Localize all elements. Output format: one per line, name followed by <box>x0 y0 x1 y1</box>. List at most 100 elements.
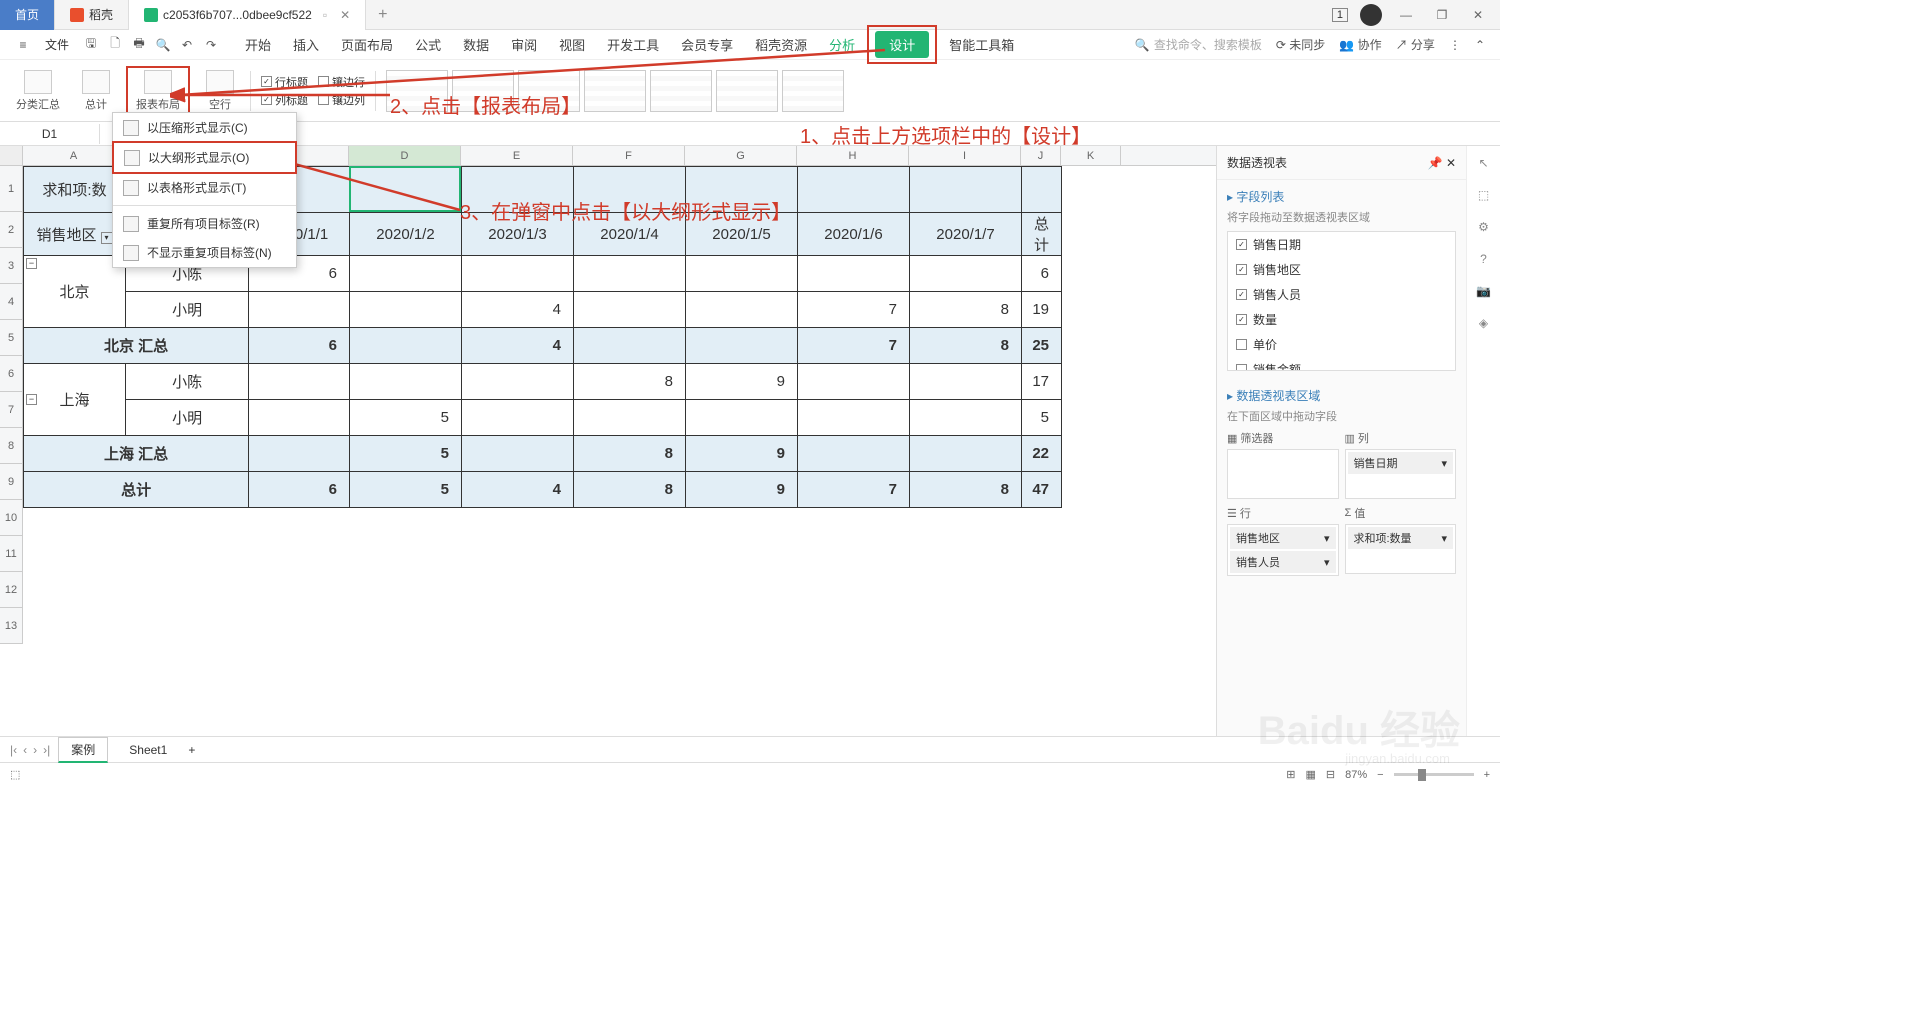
column-area[interactable]: 销售日期▾ <box>1345 449 1457 499</box>
pin-icon[interactable]: 📌 <box>1428 156 1443 170</box>
status-mode-icon[interactable]: ⬚ <box>10 768 20 781</box>
tab-design[interactable]: 设计 <box>875 31 929 58</box>
field-销售地区[interactable]: ✓销售地区 <box>1228 257 1455 282</box>
tab-insert[interactable]: 插入 <box>291 31 321 58</box>
collab-button[interactable]: 👥 协作 <box>1339 36 1381 53</box>
field-list[interactable]: ✓销售日期✓销售地区✓销售人员✓数量单价销售金额 <box>1227 231 1456 371</box>
select-all-corner[interactable] <box>0 146 23 165</box>
field-销售金额[interactable]: 销售金额 <box>1228 357 1455 371</box>
cell-sum-label[interactable]: 求和项:数 <box>24 167 126 213</box>
save-as-icon[interactable]: 🗋 <box>107 37 123 53</box>
help-icon[interactable]: ? <box>1480 252 1487 266</box>
style-2[interactable] <box>452 70 514 112</box>
undo-icon[interactable]: ↶ <box>179 37 195 53</box>
pivot-row[interactable]: 小明47819 <box>24 292 1062 328</box>
close-window-icon[interactable]: ✕ <box>1466 3 1490 27</box>
sheet-tab-1[interactable]: Sheet1 <box>116 739 180 761</box>
row-11[interactable]: 11 <box>0 536 23 572</box>
camera-icon[interactable]: 📷 <box>1476 284 1491 298</box>
check-col-header[interactable]: ✓列标题 <box>261 92 308 108</box>
col-K[interactable]: K <box>1061 146 1121 165</box>
close-icon[interactable]: ✕ <box>340 8 350 22</box>
view-icon-3[interactable]: ⊟ <box>1326 768 1335 781</box>
style-4[interactable] <box>584 70 646 112</box>
row-3[interactable]: 3 <box>0 248 23 284</box>
row-area[interactable]: 销售地区▾销售人员▾ <box>1227 524 1339 576</box>
style-3[interactable] <box>518 70 580 112</box>
dd-outline[interactable]: 以大纲形式显示(O) <box>112 141 297 174</box>
row-2[interactable]: 2 <box>0 212 23 248</box>
dd-norepeat[interactable]: 不显示重复项目标签(N) <box>113 238 296 267</box>
row-5[interactable]: 5 <box>0 320 23 356</box>
tab-smart[interactable]: 智能工具箱 <box>947 31 1016 58</box>
sheet-prev[interactable]: ‹ <box>23 743 27 757</box>
menu-icon[interactable]: ≡ <box>15 37 31 53</box>
grandtotal-button[interactable]: 总计 <box>76 70 116 112</box>
sheet-last[interactable]: ›| <box>43 743 50 757</box>
pivot-row[interactable]: 北京 汇总647825 <box>24 328 1062 364</box>
collapse-beijing[interactable]: − <box>26 258 37 269</box>
check-band-row[interactable]: 镶边行 <box>318 74 365 90</box>
file-menu[interactable]: 文件 <box>39 34 75 55</box>
minimize-icon[interactable]: — <box>1394 3 1418 27</box>
zoom-level[interactable]: 87% <box>1345 769 1367 781</box>
tab-file[interactable]: c2053f6b707...0dbee9cf522▫✕ <box>129 0 366 30</box>
row-4[interactable]: 4 <box>0 284 23 320</box>
cell-total-col[interactable]: 总计 <box>1022 213 1062 256</box>
col-G[interactable]: G <box>685 146 797 165</box>
dd-tabular[interactable]: 以表格形式显示(T) <box>113 173 296 202</box>
row-7[interactable]: 7 <box>0 392 23 428</box>
field-销售人员[interactable]: ✓销售人员 <box>1228 282 1455 307</box>
region-filter-dropdown[interactable]: ▾ <box>101 232 113 244</box>
sheet-tab-active[interactable]: 案例 <box>58 737 108 763</box>
pivot-row[interactable]: 上海小陈8917 <box>24 364 1062 400</box>
style-6[interactable] <box>716 70 778 112</box>
row-chip-region[interactable]: 销售地区▾ <box>1230 527 1336 549</box>
check-row-header[interactable]: ✓行标题 <box>261 74 308 90</box>
tab-menu-icon[interactable]: ▫ <box>323 8 327 22</box>
more-side-icon[interactable]: ◈ <box>1479 316 1488 330</box>
view-icon-1[interactable]: ⊞ <box>1286 768 1295 781</box>
save-icon[interactable]: 🖫 <box>83 37 99 53</box>
cell-region-label[interactable]: 销售地区▾ <box>24 213 126 256</box>
col-D[interactable]: D <box>349 146 461 165</box>
zoom-slider[interactable] <box>1394 773 1474 776</box>
tab-analyze[interactable]: 分析 <box>827 31 857 58</box>
tab-review[interactable]: 审阅 <box>509 31 539 58</box>
check-band-col[interactable]: 镶边列 <box>318 92 365 108</box>
settings-icon[interactable]: ⚙ <box>1478 220 1489 234</box>
field-数量[interactable]: ✓数量 <box>1228 307 1455 332</box>
maximize-icon[interactable]: ❐ <box>1430 3 1454 27</box>
avatar[interactable] <box>1360 4 1382 26</box>
preview-icon[interactable]: 🔍 <box>155 37 171 53</box>
style-1[interactable] <box>386 70 448 112</box>
row-chip-person[interactable]: 销售人员▾ <box>1230 551 1336 573</box>
col-A[interactable]: A <box>23 146 125 165</box>
row-13[interactable]: 13 <box>0 608 23 644</box>
tab-add-button[interactable]: + <box>366 6 399 24</box>
window-index[interactable]: 1 <box>1332 8 1348 22</box>
tab-pagelayout[interactable]: 页面布局 <box>339 31 395 58</box>
col-E[interactable]: E <box>461 146 573 165</box>
row-10[interactable]: 10 <box>0 500 23 536</box>
row-12[interactable]: 12 <box>0 572 23 608</box>
val-chip-qty[interactable]: 求和项:数量▾ <box>1348 527 1454 549</box>
view-icon-2[interactable]: ▦ <box>1305 768 1315 781</box>
row-8[interactable]: 8 <box>0 428 23 464</box>
row-1[interactable]: 1 <box>0 166 23 212</box>
tab-daoke[interactable]: 稻壳 <box>55 0 129 30</box>
print-icon[interactable]: 🖶 <box>131 37 147 53</box>
style-7[interactable] <box>782 70 844 112</box>
tab-member[interactable]: 会员专享 <box>679 31 735 58</box>
tab-resource[interactable]: 稻壳资源 <box>753 31 809 58</box>
col-chip-date[interactable]: 销售日期▾ <box>1348 452 1454 474</box>
sheet-next[interactable]: › <box>33 743 37 757</box>
tab-devtools[interactable]: 开发工具 <box>605 31 661 58</box>
field-销售日期[interactable]: ✓销售日期 <box>1228 232 1455 257</box>
col-I[interactable]: I <box>909 146 1021 165</box>
collapse-shanghai[interactable]: − <box>26 394 37 405</box>
subtotal-button[interactable]: 分类汇总 <box>10 70 66 112</box>
col-F[interactable]: F <box>573 146 685 165</box>
tab-formula[interactable]: 公式 <box>413 31 443 58</box>
report-layout-button[interactable]: 报表布局 <box>126 66 190 116</box>
